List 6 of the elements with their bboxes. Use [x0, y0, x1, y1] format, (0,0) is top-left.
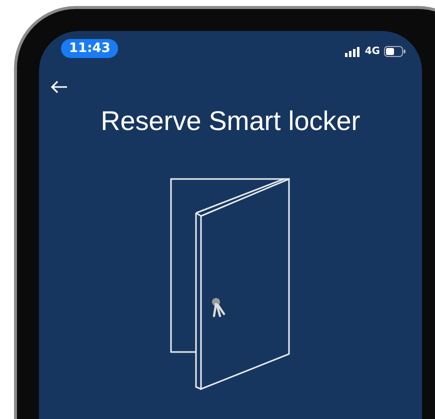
network-type: 4G	[364, 46, 380, 57]
back-arrow-icon[interactable]	[50, 80, 68, 94]
screen-title: Reserve Smart locker	[100, 106, 360, 137]
signal-icon	[344, 46, 361, 56]
status-time: 11:43	[61, 39, 118, 58]
battery-icon	[384, 46, 406, 57]
